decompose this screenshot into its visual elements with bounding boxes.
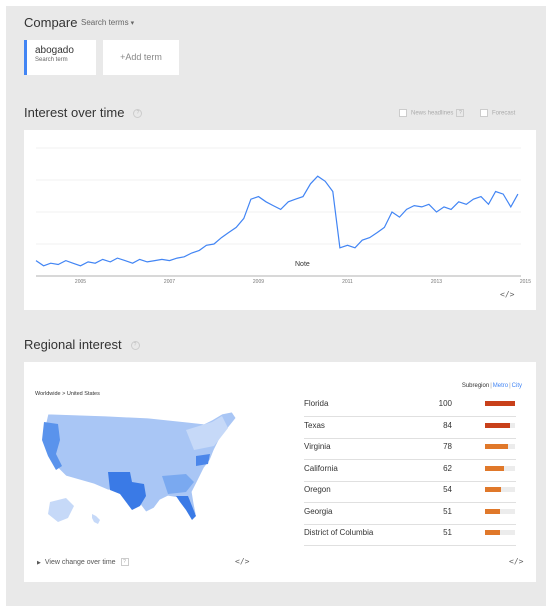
region-bar-track bbox=[485, 487, 515, 492]
breadcrumb[interactable]: Worldwide > United States bbox=[35, 391, 100, 397]
interest-line-chart[interactable]: 2005 2007 2009 2011 2013 2015 Note bbox=[24, 130, 536, 310]
interest-over-time-title: Interest over time? bbox=[24, 105, 143, 120]
region-value: 51 bbox=[443, 506, 452, 516]
embed-code-icon[interactable]: </> bbox=[500, 290, 514, 299]
region-name: District of Columbia bbox=[304, 528, 374, 537]
us-map-northeast-region bbox=[186, 416, 228, 450]
regional-interest-label: Regional interest bbox=[24, 337, 122, 352]
region-bar bbox=[485, 444, 509, 449]
view-change-label: View change over time bbox=[44, 558, 116, 566]
trends-page: Compare Search terms ▾ abogado Search ter… bbox=[6, 6, 546, 606]
region-name: Georgia bbox=[304, 506, 333, 516]
region-value: 100 bbox=[438, 399, 452, 408]
region-bar bbox=[485, 422, 511, 428]
subregion-option[interactable]: Subregion bbox=[462, 383, 489, 389]
region-bar-track bbox=[485, 530, 515, 535]
region-bar bbox=[485, 465, 504, 471]
x-tick-label: 2013 bbox=[431, 279, 442, 285]
region-name: Texas bbox=[304, 420, 325, 430]
embed-code-icon[interactable]: </> bbox=[509, 557, 523, 566]
series-line bbox=[35, 175, 519, 267]
embed-code-icon[interactable]: </> bbox=[235, 557, 249, 566]
region-value: 78 bbox=[443, 442, 452, 451]
triangle-right-icon: ▶ bbox=[37, 559, 41, 566]
chevron-down-icon: ▾ bbox=[130, 20, 135, 27]
region-name: Oregon bbox=[304, 485, 331, 494]
us-map-virginia-region bbox=[196, 454, 210, 466]
x-tick-label: 2005 bbox=[75, 279, 86, 285]
region-row[interactable]: California 62 bbox=[304, 461, 516, 482]
region-row[interactable]: Georgia 51 bbox=[304, 504, 516, 525]
region-bar-track bbox=[485, 422, 515, 428]
x-tick-label: 2015 bbox=[520, 279, 531, 285]
search-terms-dropdown[interactable]: Search terms ▾ bbox=[81, 18, 134, 27]
news-headlines-option[interactable]: News headlines? bbox=[399, 109, 465, 117]
region-row[interactable]: Oregon 54 bbox=[304, 482, 516, 503]
regional-interest-title: Regional interest? bbox=[24, 337, 140, 352]
region-row[interactable]: Virginia 78 bbox=[304, 439, 516, 460]
forecast-checkbox[interactable] bbox=[480, 109, 488, 117]
region-value: 51 bbox=[443, 528, 452, 537]
x-tick-label: 2011 bbox=[342, 279, 353, 285]
city-option[interactable]: City bbox=[512, 383, 522, 389]
region-row[interactable]: District of Columbia 51 bbox=[304, 525, 516, 546]
x-tick-label: 2007 bbox=[164, 279, 175, 285]
regional-interest-panel: Worldwide > United States ▶ View change o… bbox=[24, 362, 536, 582]
interest-chart-panel: 2005 2007 2009 2011 2013 2015 Note </> bbox=[24, 130, 536, 310]
region-bar-track bbox=[485, 401, 515, 406]
toggle-separator: | bbox=[509, 383, 511, 389]
search-term-text: abogado bbox=[35, 45, 74, 56]
search-terms-label: Search terms bbox=[81, 18, 129, 27]
region-name: Florida bbox=[304, 399, 329, 408]
region-value: 62 bbox=[443, 463, 452, 473]
metro-option[interactable]: Metro bbox=[493, 383, 508, 389]
news-headlines-checkbox[interactable] bbox=[399, 109, 407, 117]
search-term-card[interactable]: abogado Search term bbox=[24, 40, 96, 75]
help-icon[interactable]: ? bbox=[120, 558, 129, 566]
help-icon[interactable]: ? bbox=[130, 341, 140, 351]
us-map[interactable] bbox=[36, 410, 246, 532]
note-annotation[interactable]: Note bbox=[295, 261, 310, 268]
help-icon[interactable]: ? bbox=[133, 109, 143, 119]
interest-over-time-label: Interest over time bbox=[24, 105, 125, 120]
region-value: 84 bbox=[443, 420, 452, 430]
region-value: 54 bbox=[443, 485, 452, 494]
region-bar bbox=[485, 401, 515, 406]
forecast-option[interactable]: Forecast bbox=[480, 109, 515, 117]
toggle-separator: | bbox=[490, 383, 492, 389]
region-bar bbox=[485, 530, 501, 535]
region-resolution-toggle: Subregion|Metro|City bbox=[462, 383, 522, 389]
view-change-over-time-link[interactable]: ▶ View change over time ? bbox=[37, 558, 129, 566]
region-bar bbox=[485, 508, 501, 514]
region-name: Virginia bbox=[304, 442, 331, 451]
region-row[interactable]: Florida 100 bbox=[304, 396, 516, 417]
region-name: California bbox=[304, 463, 338, 473]
search-term-subtitle: Search term bbox=[35, 57, 68, 63]
help-icon[interactable]: ? bbox=[456, 109, 465, 117]
region-row[interactable]: Texas 84 bbox=[304, 418, 516, 439]
add-term-button[interactable]: +Add term bbox=[103, 40, 179, 75]
x-tick-label: 2009 bbox=[253, 279, 264, 285]
region-bar bbox=[485, 487, 502, 492]
region-bar-track bbox=[485, 508, 515, 514]
news-headlines-label: News headlines bbox=[411, 110, 454, 117]
region-bar-track bbox=[485, 465, 515, 471]
forecast-label: Forecast bbox=[492, 110, 516, 117]
compare-heading: Compare bbox=[24, 15, 78, 30]
us-map-alaska bbox=[48, 498, 74, 522]
region-bar-track bbox=[485, 444, 515, 449]
us-map-hawaii bbox=[92, 514, 100, 524]
